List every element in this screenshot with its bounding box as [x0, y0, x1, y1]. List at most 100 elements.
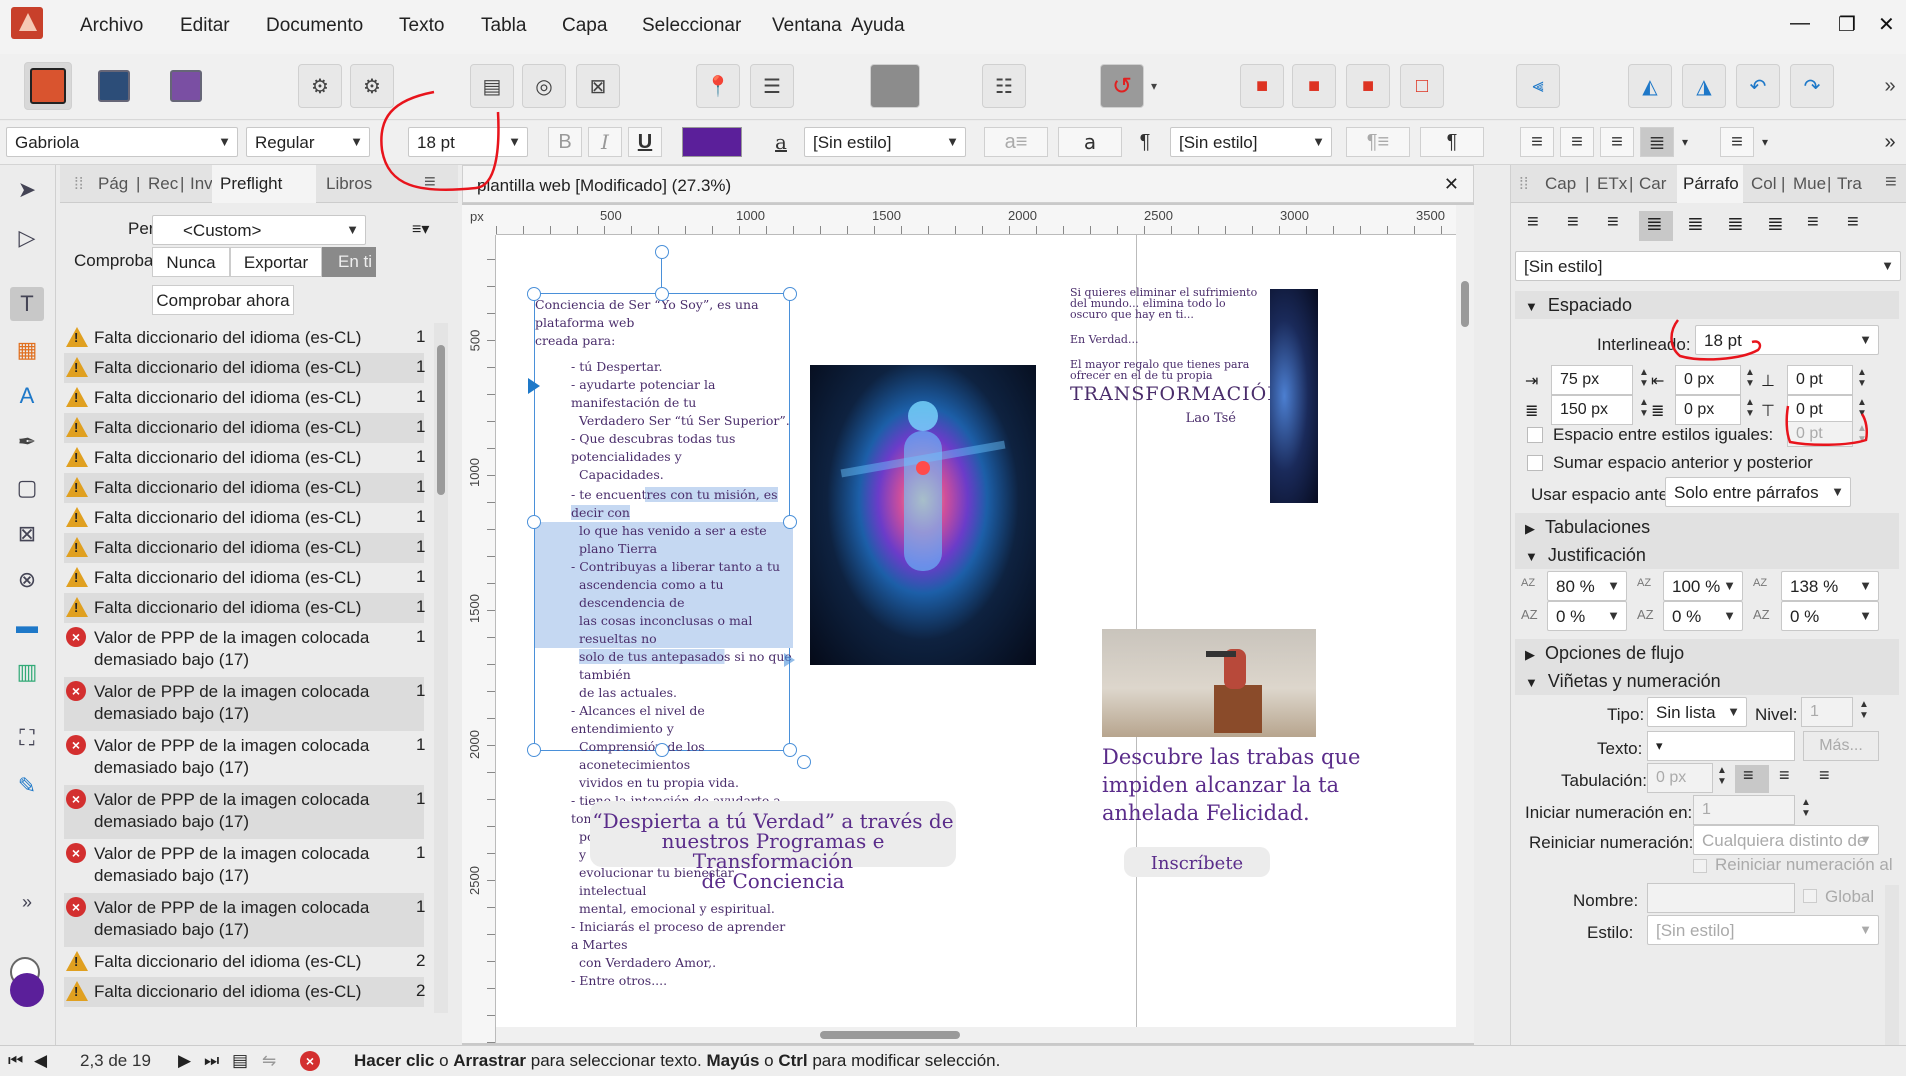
restore-button[interactable]: ❐: [1838, 12, 1856, 37]
start-number-input[interactable]: 1: [1693, 795, 1795, 825]
profile-menu-icon[interactable]: ≡▾: [412, 219, 429, 239]
tab-inv[interactable]: Inv: [190, 174, 213, 194]
quote-block[interactable]: Si quieres eliminar el sufrimiento del m…: [1070, 287, 1284, 425]
list-item[interactable]: Falta diccionario del idioma (es-CL)2: [64, 977, 425, 1007]
tab-libros[interactable]: Libros: [326, 174, 372, 194]
justify-right-icon[interactable]: ≣: [1727, 211, 1744, 236]
shape-tool-icon[interactable]: ▢: [10, 471, 44, 505]
resize-handle[interactable]: [655, 287, 669, 301]
menu-ayuda[interactable]: Ayuda: [851, 15, 905, 37]
bullet-align-right-icon[interactable]: ≡: [1819, 765, 1830, 786]
tab-preflight[interactable]: Preflight: [212, 165, 316, 203]
align-towards-spine-icon[interactable]: ≡: [1807, 211, 1819, 234]
tab-position-input[interactable]: 0 px: [1647, 763, 1713, 793]
bullet-align-center-icon[interactable]: ≡: [1779, 765, 1790, 786]
indent-right-input[interactable]: 150 px: [1551, 395, 1633, 425]
pin-icon[interactable]: 📍: [696, 64, 740, 108]
space-before-input[interactable]: 0 pt: [1787, 365, 1853, 395]
global-checkbox[interactable]: [1803, 889, 1817, 903]
panel-menu-icon[interactable]: ≡: [1885, 171, 1897, 194]
arrange-front-icon[interactable]: ■: [1240, 64, 1284, 108]
update-para-style-icon[interactable]: ¶≡: [1346, 127, 1410, 157]
stepper-icon[interactable]: ▲ ▼: [1745, 367, 1755, 389]
panel-scrollbar[interactable]: [1885, 885, 1899, 1045]
letter-spacing-min-select[interactable]: 0 % ▼: [1547, 601, 1627, 631]
menu-texto[interactable]: Texto: [399, 15, 444, 37]
bullet-align-left-icon[interactable]: ≡: [1735, 765, 1769, 793]
list-item[interactable]: × Valor de PPP de la imagen colocada demas…: [64, 785, 425, 839]
update-char-style-icon[interactable]: a≡: [984, 127, 1048, 157]
indent-left-input[interactable]: 75 px: [1551, 365, 1633, 395]
list-item[interactable]: × Valor de PPP de la imagen colocada demas…: [64, 731, 425, 785]
sync-icon[interactable]: ⇋: [262, 1051, 276, 1071]
minimize-button[interactable]: —: [1790, 12, 1810, 35]
letter-spacing-opt-select[interactable]: 0 % ▼: [1663, 601, 1743, 631]
menu-tabla[interactable]: Tabla: [481, 15, 526, 37]
resize-handle[interactable]: [527, 515, 541, 529]
align-left-icon[interactable]: ⫷: [1516, 64, 1560, 108]
tab-etx[interactable]: ETx: [1597, 174, 1627, 194]
flow-section-header[interactable]: ▶ Opciones de flujo: [1515, 639, 1899, 667]
justify-center-icon[interactable]: ≣: [1687, 211, 1704, 236]
stepper-icon[interactable]: ▲ ▼: [1857, 397, 1867, 419]
resize-handle[interactable]: [527, 743, 541, 757]
check-live-button[interactable]: En ti: [322, 247, 376, 277]
arrange-forward-icon[interactable]: ■: [1292, 64, 1336, 108]
artistic-text-tool-icon[interactable]: A: [10, 379, 44, 413]
list-item[interactable]: Falta diccionario del idioma (es-CL)2: [64, 947, 425, 977]
wrap-around-icon[interactable]: ◎: [522, 64, 566, 108]
paragraph-style-select[interactable]: [Sin estilo] ▼: [1515, 251, 1901, 281]
resize-handle[interactable]: [783, 287, 797, 301]
horizontal-scrollbar[interactable]: [496, 1027, 1456, 1043]
font-family-select[interactable]: Gabriola ▼: [6, 127, 238, 157]
profile-select[interactable]: <Custom> ▼: [152, 215, 366, 245]
prev-page-icon[interactable]: ◀: [34, 1051, 47, 1071]
cta-banner[interactable]: “Despierta a tú Verdad” a través de nues…: [590, 801, 956, 891]
place-image-tool-icon[interactable]: ▬: [10, 609, 44, 643]
next-page-icon[interactable]: ▶: [178, 1051, 191, 1071]
leading-select[interactable]: 18 pt ▼: [1695, 325, 1879, 355]
check-never-button[interactable]: Nunca: [152, 247, 230, 277]
indent-first-input[interactable]: 0 px: [1675, 365, 1741, 395]
pen-tool-icon[interactable]: ✒: [10, 425, 44, 459]
list-item[interactable]: Falta diccionario del idioma (es-CL)1: [64, 353, 425, 383]
resize-handle[interactable]: [783, 515, 797, 529]
letter-spacing-max-select[interactable]: 0 % ▼: [1781, 601, 1879, 631]
text-frame-options-icon[interactable]: ☷: [982, 64, 1026, 108]
text-flow-out-icon[interactable]: [784, 653, 795, 667]
stepper-icon[interactable]: ▲ ▼: [1639, 397, 1649, 419]
align-center-text-icon[interactable]: ≡: [1560, 127, 1594, 157]
indent-last-input[interactable]: 0 px: [1675, 395, 1741, 425]
level-input[interactable]: 1: [1801, 697, 1853, 727]
list-item[interactable]: × Valor de PPP de la imagen colocada demas…: [64, 839, 425, 893]
table-tool-icon[interactable]: ▦: [10, 333, 44, 367]
char-style-select[interactable]: [Sin estilo] ▼: [804, 127, 966, 157]
format-overflow-icon[interactable]: »: [1880, 127, 1900, 157]
tools-overflow-icon[interactable]: »: [10, 885, 44, 919]
scrollbar-thumb[interactable]: [1461, 281, 1469, 327]
photo-persona-icon[interactable]: [164, 64, 208, 108]
menu-documento[interactable]: Documento: [266, 15, 363, 37]
pages-icon[interactable]: ▤: [232, 1051, 248, 1071]
cosmic-image[interactable]: [1270, 289, 1318, 503]
tab-cap[interactable]: Cap: [1545, 174, 1576, 194]
arrange-back-icon[interactable]: □: [1400, 64, 1444, 108]
text-color-swatch[interactable]: [682, 127, 742, 157]
picture-frame-tool-icon[interactable]: ⊠: [10, 517, 44, 551]
page-canvas[interactable]: Conciencia de Ser “Yo Soy”, es una plata…: [496, 235, 1456, 1043]
list-item[interactable]: Falta diccionario del idioma (es-CL)1: [64, 383, 425, 413]
word-spacing-max-select[interactable]: 138 % ▼: [1781, 571, 1879, 601]
list-item[interactable]: Falta diccionario del idioma (es-CL)1: [64, 473, 425, 503]
align-left-icon[interactable]: ≡: [1527, 211, 1539, 234]
menu-seleccionar[interactable]: Seleccionar: [642, 15, 741, 37]
vertical-scrollbar[interactable]: [1456, 205, 1474, 1043]
word-spacing-min-select[interactable]: 80 % ▼: [1547, 571, 1627, 601]
scrollbar-thumb[interactable]: [820, 1031, 960, 1039]
list-type-select[interactable]: Sin lista ▼: [1647, 697, 1747, 727]
list-item[interactable]: × Valor de PPP de la imagen colocada demas…: [64, 623, 425, 677]
bullet-style-select[interactable]: [Sin estilo] ▼: [1647, 915, 1879, 945]
move-tool-icon[interactable]: ➤: [10, 173, 44, 207]
restart-check-checkbox[interactable]: [1693, 859, 1707, 873]
frame-icon[interactable]: ⊠: [576, 64, 620, 108]
align-away-spine-icon[interactable]: ≡: [1847, 211, 1859, 234]
